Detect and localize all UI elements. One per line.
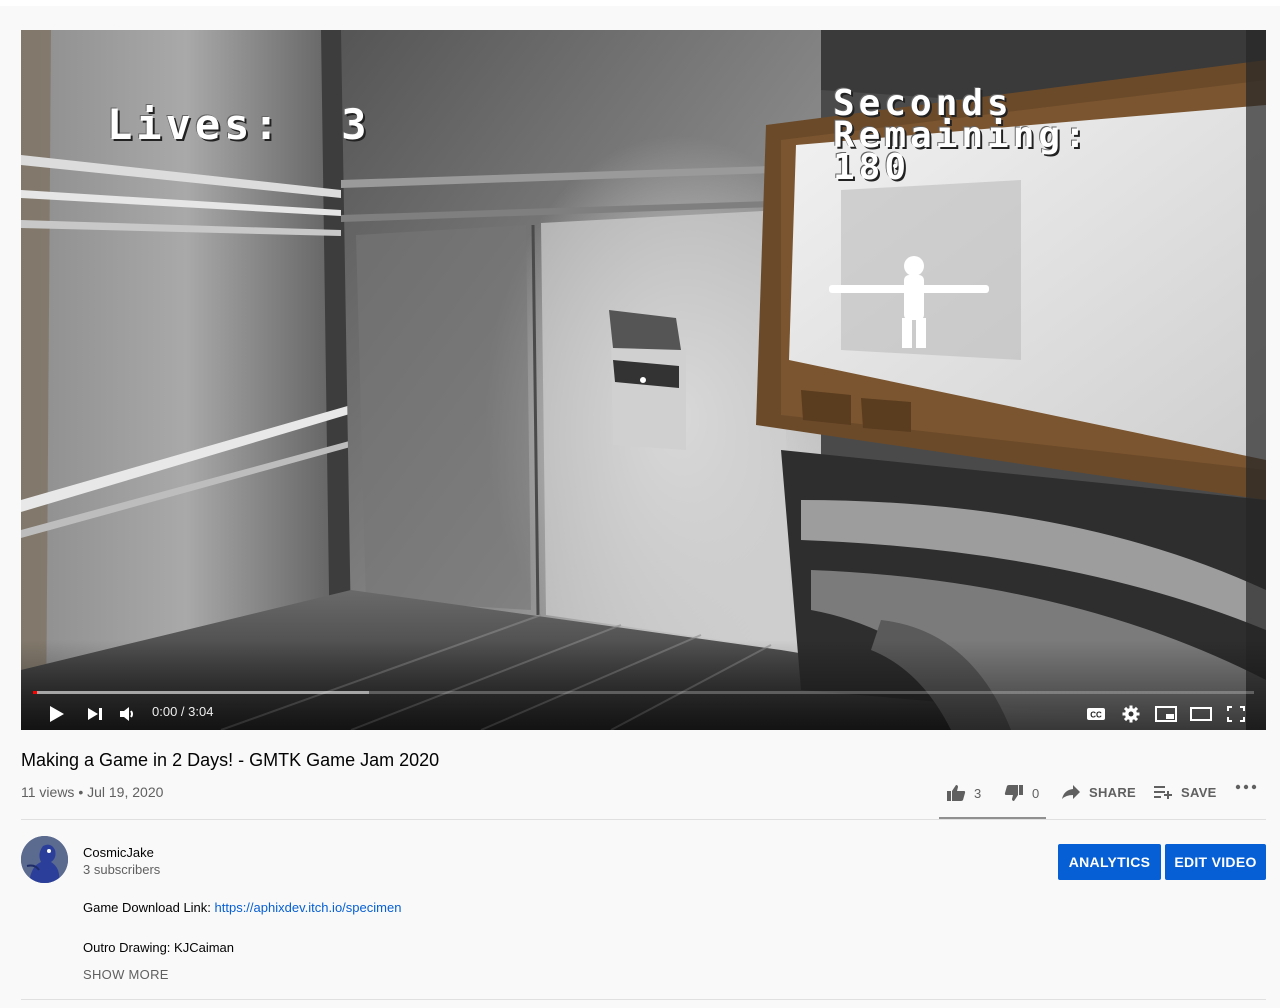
hud-lives-text: Lives: 3: [107, 100, 371, 149]
description-download-label: Game Download Link:: [83, 900, 215, 915]
divider-bottom: [21, 999, 1266, 1000]
share-button[interactable]: SHARE: [1061, 784, 1136, 800]
dislike-button[interactable]: 0: [1004, 784, 1039, 802]
share-label: SHARE: [1089, 784, 1137, 800]
play-icon: [50, 706, 64, 722]
thumbs-down-icon: [1004, 785, 1023, 801]
analytics-button[interactable]: ANALYTICS: [1058, 844, 1161, 880]
thumbs-up-icon: [947, 785, 966, 801]
hud-seconds-text: Seconds Remaining: 180: [833, 86, 1153, 188]
progress-loaded: [33, 691, 369, 694]
description-line-outro: Outro Drawing: KJCaiman: [83, 940, 234, 955]
fullscreen-button[interactable]: [1224, 702, 1248, 726]
progress-bar[interactable]: [33, 691, 1254, 694]
captions-button[interactable]: CC: [1084, 702, 1108, 726]
more-horizontal-icon: [1235, 784, 1257, 790]
avatar[interactable]: [21, 836, 68, 883]
more-actions-button[interactable]: [1235, 784, 1257, 790]
video-title: Making a Game in 2 Days! - GMTK Game Jam…: [21, 750, 440, 770]
theater-icon: [1190, 707, 1212, 721]
description-line-download: Game Download Link: https://aphixdev.itc…: [83, 900, 401, 915]
fullscreen-icon: [1227, 706, 1245, 722]
progress-played: [33, 691, 37, 694]
miniplayer-button[interactable]: [1154, 702, 1178, 726]
playlist-add-icon: [1154, 786, 1172, 799]
like-button[interactable]: 3: [946, 784, 981, 802]
share-icon: [1062, 785, 1080, 799]
svg-text:CC: CC: [1090, 711, 1102, 720]
edit-video-button[interactable]: EDIT VIDEO: [1165, 844, 1266, 880]
hud-seconds-line3: 180: [833, 147, 911, 188]
next-button[interactable]: [83, 702, 107, 726]
time-display: 0:00 / 3:04: [152, 704, 214, 719]
divider: [21, 819, 1266, 820]
dislike-count: 0: [1032, 785, 1040, 801]
save-label: SAVE: [1181, 784, 1217, 800]
settings-icon: [1122, 705, 1140, 723]
show-more-button[interactable]: SHOW MORE: [83, 967, 169, 982]
video-player[interactable]: Lives: 3 Seconds Remaining: 180 0:00 / 3…: [21, 30, 1266, 730]
volume-button[interactable]: [116, 702, 140, 726]
next-icon: [88, 708, 102, 720]
avatar-image: [21, 836, 68, 883]
settings-button[interactable]: [1119, 702, 1143, 726]
save-button[interactable]: SAVE: [1153, 784, 1217, 800]
subscriber-count: 3 subscribers: [83, 862, 161, 877]
theater-button[interactable]: [1189, 702, 1213, 726]
top-strip: [0, 0, 1280, 6]
like-count: 3: [974, 785, 982, 801]
play-button[interactable]: [45, 702, 69, 726]
channel-name[interactable]: CosmicJake: [83, 845, 154, 860]
download-link[interactable]: https://aphixdev.itch.io/specimen: [215, 900, 402, 915]
miniplayer-icon: [1155, 706, 1177, 722]
volume-icon: [120, 707, 133, 721]
captions-icon: CC: [1087, 708, 1105, 720]
video-meta: 11 views • Jul 19, 2020: [21, 784, 164, 800]
